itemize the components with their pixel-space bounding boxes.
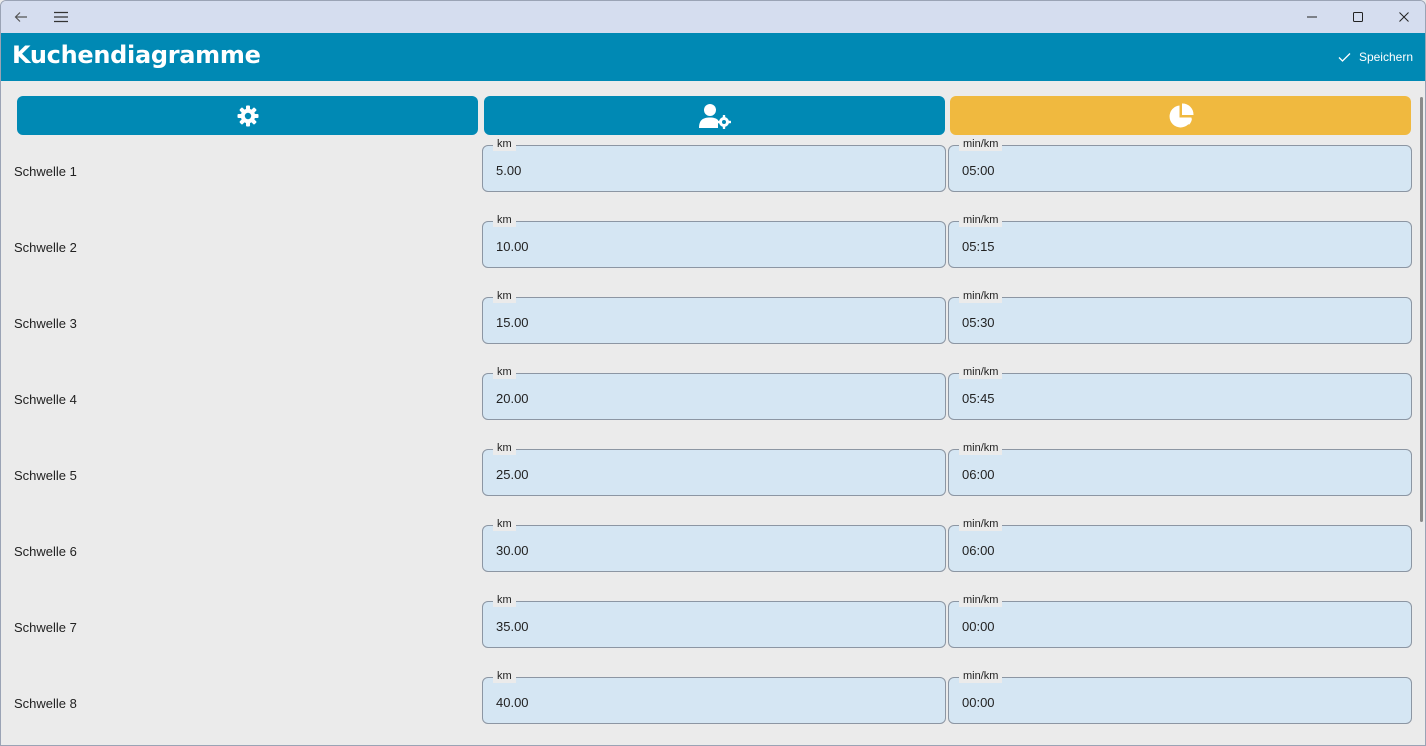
scrollbar[interactable] — [1420, 97, 1423, 522]
pace-field[interactable]: min/km — [948, 137, 1412, 192]
threshold-row: Schwelle 5 km min/km — [1, 441, 1425, 496]
distance-unit-label: km — [493, 213, 516, 227]
threshold-row: Schwelle 1 km min/km — [1, 137, 1425, 192]
distance-field[interactable]: km — [482, 441, 946, 496]
threshold-label: Schwelle 2 — [14, 240, 77, 255]
threshold-row: Schwelle 4 km min/km — [1, 365, 1425, 420]
distance-field[interactable]: km — [482, 517, 946, 572]
distance-unit-label: km — [493, 593, 516, 607]
distance-field[interactable]: km — [482, 137, 946, 192]
pace-unit-label: min/km — [959, 669, 1003, 683]
close-icon — [1399, 12, 1409, 22]
distance-unit-label: km — [493, 365, 516, 379]
pace-unit-label: min/km — [959, 289, 1003, 303]
minimize-button[interactable] — [1289, 1, 1335, 33]
distance-unit-label: km — [493, 441, 516, 455]
distance-input[interactable] — [496, 315, 916, 330]
distance-field[interactable]: km — [482, 365, 946, 420]
save-label: Speichern — [1358, 50, 1413, 64]
threshold-label: Schwelle 5 — [14, 468, 77, 483]
pace-field[interactable]: min/km — [948, 365, 1412, 420]
pace-field[interactable]: min/km — [948, 593, 1412, 648]
back-button[interactable] — [5, 1, 37, 33]
threshold-label: Schwelle 6 — [14, 544, 77, 559]
threshold-row: Schwelle 7 km min/km — [1, 593, 1425, 648]
distance-input[interactable] — [496, 391, 916, 406]
menu-button[interactable] — [45, 1, 77, 33]
pace-input[interactable] — [962, 543, 1382, 558]
checkmark-icon — [1338, 52, 1351, 62]
hamburger-icon — [54, 11, 68, 23]
app-header: Kuchendiagramme Speichern — [1, 33, 1425, 81]
threshold-label: Schwelle 1 — [14, 164, 77, 179]
user-settings-icon — [698, 103, 731, 129]
distance-unit-label: km — [493, 517, 516, 531]
pace-field[interactable]: min/km — [948, 669, 1412, 724]
pace-input[interactable] — [962, 315, 1382, 330]
threshold-row: Schwelle 8 km min/km — [1, 669, 1425, 724]
distance-unit-label: km — [493, 137, 516, 151]
pace-input[interactable] — [962, 467, 1382, 482]
distance-input[interactable] — [496, 467, 916, 482]
title-bar — [1, 1, 1425, 33]
threshold-row: Schwelle 6 km min/km — [1, 517, 1425, 572]
threshold-row: Schwelle 2 km min/km — [1, 213, 1425, 268]
pace-unit-label: min/km — [959, 365, 1003, 379]
close-button[interactable] — [1381, 1, 1425, 33]
pace-unit-label: min/km — [959, 213, 1003, 227]
save-button[interactable]: Speichern — [1338, 47, 1413, 67]
maximize-icon — [1353, 12, 1363, 22]
threshold-row: Schwelle 3 km min/km — [1, 289, 1425, 344]
distance-input[interactable] — [496, 239, 916, 254]
pace-unit-label: min/km — [959, 441, 1003, 455]
pace-unit-label: min/km — [959, 517, 1003, 531]
pace-input[interactable] — [962, 163, 1382, 178]
pace-input[interactable] — [962, 619, 1382, 634]
tab-user-settings[interactable] — [484, 96, 945, 135]
app-window: Kuchendiagramme Speichern Schwelle 1 km … — [0, 0, 1426, 746]
tab-settings[interactable] — [17, 96, 478, 135]
threshold-label: Schwelle 3 — [14, 316, 77, 331]
minimize-icon — [1307, 16, 1317, 18]
pace-field[interactable]: min/km — [948, 517, 1412, 572]
threshold-label: Schwelle 7 — [14, 620, 77, 635]
distance-field[interactable]: km — [482, 593, 946, 648]
distance-input[interactable] — [496, 163, 916, 178]
page-title: Kuchendiagramme — [12, 41, 261, 69]
gear-icon — [237, 105, 258, 126]
threshold-label: Schwelle 4 — [14, 392, 77, 407]
threshold-label: Schwelle 8 — [14, 696, 77, 711]
distance-field[interactable]: km — [482, 289, 946, 344]
distance-unit-label: km — [493, 289, 516, 303]
distance-field[interactable]: km — [482, 669, 946, 724]
pace-unit-label: min/km — [959, 137, 1003, 151]
tab-pie-charts[interactable] — [950, 96, 1411, 135]
pace-input[interactable] — [962, 695, 1382, 710]
distance-field[interactable]: km — [482, 213, 946, 268]
distance-input[interactable] — [496, 543, 916, 558]
pie-chart-icon — [1169, 102, 1194, 127]
pace-field[interactable]: min/km — [948, 289, 1412, 344]
pace-input[interactable] — [962, 239, 1382, 254]
distance-input[interactable] — [496, 695, 916, 710]
pace-field[interactable]: min/km — [948, 213, 1412, 268]
pace-input[interactable] — [962, 391, 1382, 406]
distance-input[interactable] — [496, 619, 916, 634]
back-arrow-icon — [14, 12, 27, 22]
maximize-button[interactable] — [1335, 1, 1381, 33]
pace-unit-label: min/km — [959, 593, 1003, 607]
distance-unit-label: km — [493, 669, 516, 683]
pace-field[interactable]: min/km — [948, 441, 1412, 496]
